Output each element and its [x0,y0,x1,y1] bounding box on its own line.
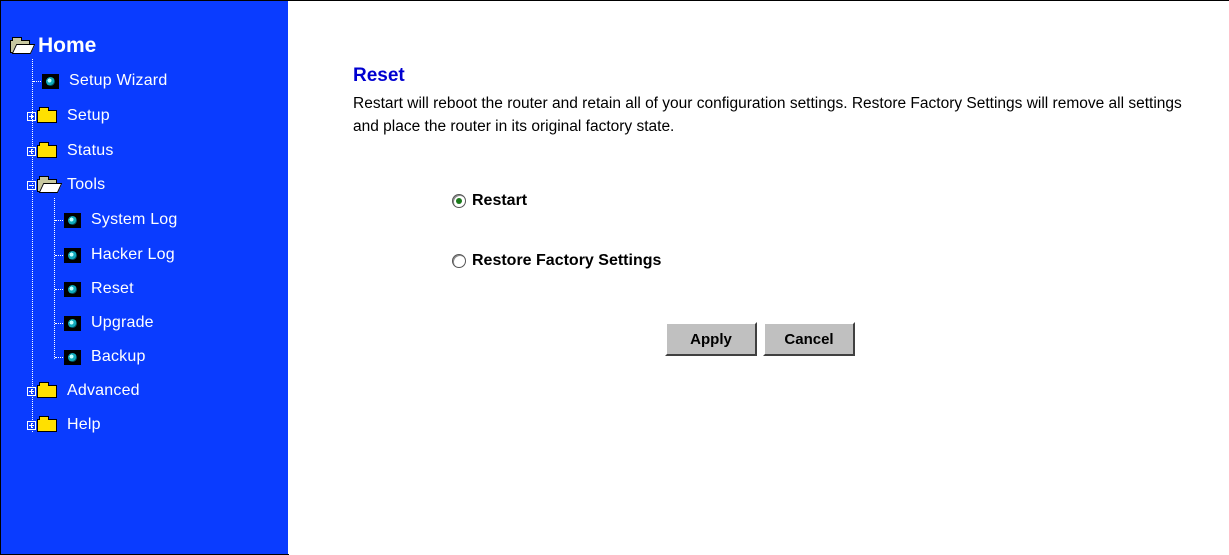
page-icon [64,212,81,228]
sidebar-item-setup-wizard[interactable]: Setup Wizard [33,72,167,90]
sidebar-home-label: Home [38,34,97,57]
sidebar-item-system-log[interactable]: System Log [55,211,177,229]
sidebar-nav-tree: Home Setup Wizard Setup Status Tools Sys… [1,1,288,554]
folder-icon [37,415,57,432]
page-icon [64,349,81,365]
sidebar-item-upgrade[interactable]: Upgrade [55,314,154,332]
main-content: Reset Restart will reboot the router and… [289,1,1229,555]
sidebar-item-tools[interactable]: Tools [27,175,105,194]
page-description: Restart will reboot the router and retai… [353,95,1182,135]
page-title: Reset [353,65,405,86]
page-icon [64,247,81,263]
sidebar-item-backup[interactable]: Backup [55,348,146,366]
expand-plus-icon[interactable] [27,146,36,156]
restart-label: Restart [472,192,528,209]
folder-icon [37,381,57,398]
page-icon [64,281,81,297]
folder-icon [37,141,57,158]
apply-button[interactable]: Apply [665,322,757,356]
expand-plus-icon[interactable] [27,386,36,396]
page-icon [64,315,81,331]
sidebar-item-status[interactable]: Status [27,141,114,160]
restore-factory-radio[interactable] [452,254,466,268]
open-folder-icon [10,36,30,53]
expand-plus-icon[interactable] [27,111,36,121]
sidebar-item-help[interactable]: Help [27,415,101,434]
expand-plus-icon[interactable] [27,420,36,430]
restart-option[interactable]: Restart [452,192,527,210]
restore-factory-label: Restore Factory Settings [472,252,662,269]
collapse-minus-icon[interactable] [27,180,36,190]
cancel-button[interactable]: Cancel [763,322,855,356]
restart-radio[interactable] [452,194,466,208]
sidebar-item-advanced[interactable]: Advanced [27,381,140,400]
open-folder-icon [37,175,57,192]
sidebar-item-hacker-log[interactable]: Hacker Log [55,246,175,264]
restore-factory-option[interactable]: Restore Factory Settings [452,252,661,270]
page-icon [42,73,59,89]
sidebar-item-setup[interactable]: Setup [27,106,110,125]
folder-icon [37,106,57,123]
sidebar-item-home[interactable]: Home [10,34,96,58]
sidebar-item-reset[interactable]: Reset [55,280,134,298]
